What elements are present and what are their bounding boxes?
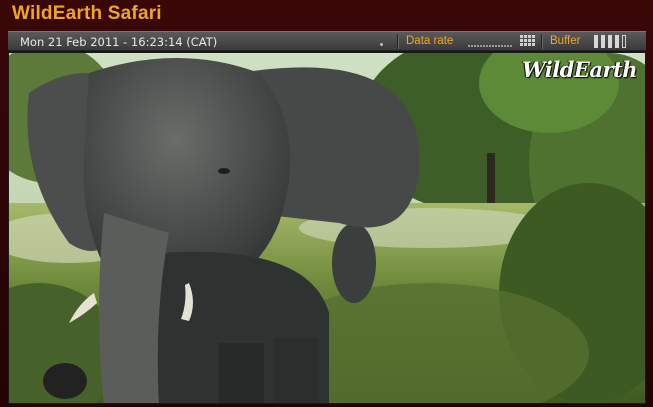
status-dot <box>380 43 383 46</box>
video-toolbar: Mon 21 Feb 2011 - 16:23:14 (CAT) Data ra… <box>8 31 646 51</box>
buffer-bar-filled <box>608 35 612 48</box>
data-rate-label: Data rate <box>406 35 454 47</box>
app-title: WildEarth Safari <box>12 3 162 24</box>
video-frame-elephant <box>9 53 645 403</box>
buffer-bar-filled <box>594 35 598 48</box>
timestamp: Mon 21 Feb 2011 - 16:23:14 (CAT) <box>20 35 218 49</box>
window-frame: WildEarth Safari Mon 21 Feb 2011 - 16:23… <box>0 0 653 407</box>
buffer-label: Buffer <box>550 35 581 47</box>
buffer-bar-filled <box>601 35 605 48</box>
wildearth-logo: WildEarth <box>522 57 638 82</box>
buffer-bar-empty <box>622 35 626 48</box>
data-rate-graph-icon <box>468 35 535 47</box>
buffer-meter <box>594 35 629 49</box>
video-player[interactable]: WildEarth <box>8 52 646 404</box>
toolbar-divider <box>397 34 398 49</box>
buffer-bar-filled <box>615 35 619 48</box>
toolbar-divider <box>541 34 542 49</box>
